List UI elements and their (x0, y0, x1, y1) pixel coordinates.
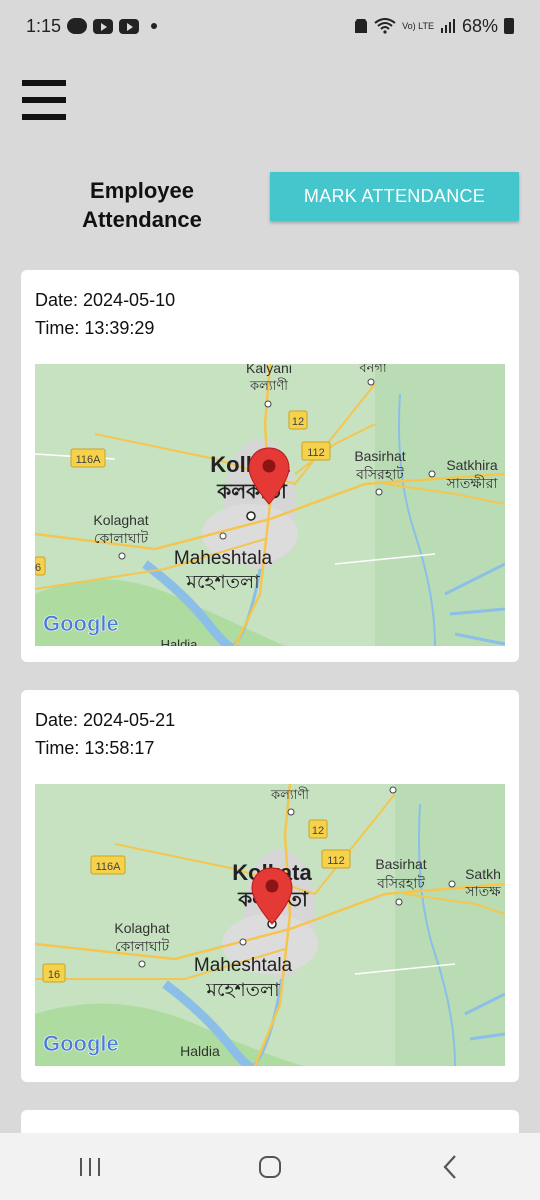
map-label: 16 (48, 969, 60, 981)
map-label: Kolaghat (114, 920, 169, 936)
svg-text:116A: 116A (76, 454, 102, 466)
map-canvas: 12 116A 112 16 কল্যাণী Kolkata কলকাতা Ba… (35, 784, 505, 1066)
status-left: 1:15 (26, 15, 158, 37)
youtube-notification-icon (93, 18, 114, 34)
map-label: Basirhat (375, 856, 426, 872)
wifi-icon (374, 18, 396, 34)
map-label: Maheshtala (174, 548, 273, 569)
map-label: মহেশতলা (185, 572, 260, 593)
menu-icon-bar (22, 114, 66, 120)
map-label: কল্যাণী (249, 378, 288, 393)
record-date: Date: 2024-05-21 (35, 710, 176, 730)
signal-icon (440, 19, 455, 33)
map-label: 112 (327, 855, 345, 867)
record-date: Date: 2024-05-10 (35, 290, 176, 310)
map-label: কোলাঘাট (94, 530, 149, 546)
map-label: বসিরহাট (376, 875, 425, 891)
svg-text:6: 6 (35, 562, 41, 574)
record-time: Time: 13:39:29 (35, 318, 155, 338)
map-canvas: 12 116A 112 6 Kalyani কল্যাণী বনগাঁ কলকা… (35, 364, 505, 646)
data-saver-icon (355, 19, 368, 33)
map-label: মহেশতলা (205, 980, 280, 1001)
map-watermark: Google (43, 611, 119, 636)
back-button[interactable] (420, 1147, 480, 1187)
map-watermark: Google (43, 1031, 119, 1056)
back-icon (443, 1154, 456, 1179)
map-label: বনগাঁ (358, 364, 387, 375)
svg-text:112: 112 (307, 447, 325, 459)
map-label: Maheshtala (194, 955, 293, 976)
map-label: কল্যাণী (270, 787, 309, 802)
attendance-card: Date: 2024-05-10 Time: 13:39:29 12 116A … (21, 270, 519, 662)
location-map[interactable]: 12 116A 112 16 কল্যাণী Kolkata কলকাতা Ba… (35, 784, 505, 1066)
system-nav-bar (0, 1133, 540, 1200)
record-time: Time: 13:58:17 (35, 738, 155, 758)
map-label: Basirhat (354, 448, 405, 464)
message-notification-icon (67, 18, 88, 34)
map-label: বসিরহাট (355, 466, 404, 482)
map-label: Kolaghat (93, 512, 148, 528)
svg-text:12: 12 (292, 416, 304, 428)
map-label: Haldia (180, 1043, 220, 1059)
page-title: Employee Attendance (82, 178, 202, 232)
recent-apps-button[interactable] (60, 1147, 120, 1187)
attendance-list: Date: 2024-05-10 Time: 13:39:29 12 116A … (21, 270, 519, 1110)
network-type-label: Vo) LTE (402, 20, 434, 31)
map-label: সাতক্ষ (464, 883, 501, 899)
map-label: Satkh (465, 866, 501, 882)
map-label: সাতক্ষীরা (446, 475, 499, 491)
map-label: 116A (96, 861, 122, 873)
mark-attendance-button[interactable]: MARK ATTENDANCE (270, 172, 519, 221)
status-time: 1:15 (26, 15, 62, 36)
menu-icon-bar (22, 80, 66, 86)
youtube-notification-icon (119, 18, 140, 34)
map-label: কোলাঘাট (115, 938, 170, 954)
location-map[interactable]: 12 116A 112 6 Kalyani কল্যাণী বনগাঁ কলকা… (35, 364, 505, 646)
more-notifications-icon (151, 23, 158, 29)
recent-apps-icon (80, 1157, 100, 1176)
battery-icon (504, 18, 514, 34)
map-label: Haldia (161, 637, 199, 646)
map-label: Kalyani (246, 364, 292, 376)
map-label: Satkhira (446, 457, 498, 473)
battery-percent: 68% (461, 15, 498, 36)
menu-button[interactable] (22, 80, 66, 120)
home-icon (259, 1155, 281, 1178)
home-button[interactable] (240, 1147, 300, 1187)
status-right: Vo) LTE 68% (354, 16, 514, 37)
map-label: 12 (312, 825, 324, 837)
menu-icon-bar (22, 97, 66, 103)
status-bar: 1:15 Vo) LTE 68% (0, 0, 540, 52)
attendance-card: Date: 2024-05-21 Time: 13:58:17 12 116A … (21, 690, 519, 1082)
